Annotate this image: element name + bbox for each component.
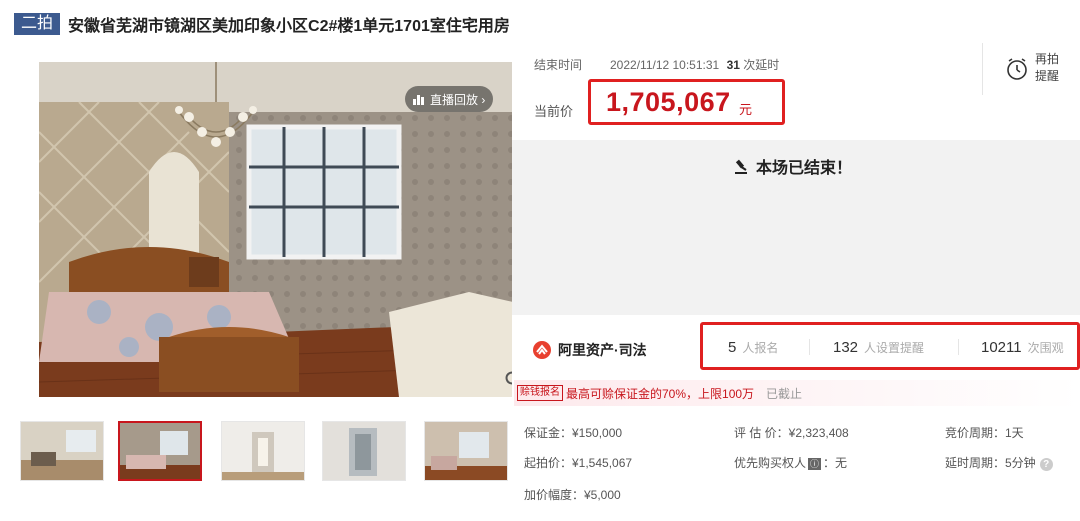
remind-label-line2: 提醒: [1035, 69, 1060, 83]
stats-box: 5 人报名 132 人设置提醒 10211 次围观: [700, 322, 1080, 370]
reminders-label: 人设置提醒: [864, 341, 925, 355]
auction-info: 结束时间 2022/11/12 10:51:31 31 次延时 当前价 1,70…: [512, 43, 1080, 133]
bedroom-photo: [39, 62, 512, 397]
start-price: 起拍价：¥1,545,067: [524, 456, 633, 470]
priority-info-icon[interactable]: ⓘ: [808, 458, 822, 470]
gavel-icon: [735, 159, 747, 174]
thumbnail-hallway[interactable]: [221, 421, 305, 481]
brand-name: 阿里资产·司法: [558, 342, 647, 358]
views-stat: 10211 次围观: [981, 339, 1064, 356]
end-time-label: 结束时间: [534, 58, 583, 72]
ended-message: 本场已结束！: [732, 154, 852, 178]
remind-label-line1: 再拍: [1035, 52, 1060, 66]
delay-count: 31: [726, 58, 740, 72]
delay-label: 次延时: [743, 58, 780, 72]
end-time: 2022/11/12 10:51:31 31 次延时: [610, 56, 779, 73]
views-label: 次围观: [1027, 341, 1064, 355]
appraisal-price: 评 估 价：¥2,323,408: [734, 426, 849, 440]
credit-signup-notice: 赊钱报名 最高可赊保证金的70%，上限100万 已截止: [514, 380, 1080, 406]
page-title: 安徽省芜湖市镜湖区美加印象小区C2#楼1单元1701室住宅用房: [68, 18, 510, 35]
reminders-count: 132: [833, 339, 859, 356]
credit-tag: 赊钱报名: [517, 385, 563, 401]
divider: [809, 339, 810, 355]
price-unit: 元: [739, 102, 753, 117]
zoom-icon[interactable]: [504, 370, 512, 390]
delay-period: 延时周期：5分钟?: [945, 454, 1053, 471]
credit-text: 最高可赊保证金的70%，上限100万: [566, 386, 755, 401]
bid-period: 竞价周期：1天: [945, 426, 1024, 440]
signups-stat: 5 人报名: [728, 339, 778, 356]
help-icon[interactable]: ?: [1039, 458, 1053, 471]
live-replay-button[interactable]: 直播回放 ›: [405, 86, 494, 112]
priority-label: 优先购买权人: [734, 456, 807, 470]
delay-period-text: 延时周期：5分钟: [945, 456, 1036, 470]
signups-label: 人报名: [742, 341, 779, 355]
priority-value: ：无: [823, 456, 848, 470]
signups-count: 5: [728, 339, 737, 356]
title-bar: 二拍 安徽省芜湖市镜湖区美加印象小区C2#楼1单元1701室住宅用房: [14, 12, 510, 36]
current-price-box: 1,705,067 元: [588, 79, 785, 125]
priority-buyer: 优先购买权人 ⓘ ：无: [734, 454, 847, 471]
reminders-stat: 132 人设置提醒: [833, 339, 924, 356]
thumbnail-bedroom[interactable]: [118, 421, 202, 481]
credit-status: 已截止: [766, 386, 803, 401]
live-replay-label: 直播回放 ›: [430, 92, 486, 107]
bid-increment: 加价幅度：¥5,000: [524, 488, 621, 502]
thumbnail-living-room[interactable]: [20, 421, 104, 481]
ended-text: 本场已结束！: [756, 160, 853, 177]
end-time-value: 2022/11/12 10:51:31: [610, 58, 720, 72]
round-badge: 二拍: [14, 13, 61, 35]
views-count: 10211: [981, 339, 1022, 356]
deposit: 保证金：¥150,000: [524, 426, 623, 440]
current-price: 1,705,067: [606, 87, 731, 117]
remind-label: 再拍 提醒: [1035, 51, 1069, 85]
thumbnail-bathroom[interactable]: [322, 421, 406, 481]
thumbnail-room[interactable]: [424, 421, 508, 481]
bar-chart-icon: [413, 93, 424, 105]
divider: [958, 339, 959, 355]
alarm-clock-icon: [1007, 58, 1027, 80]
ali-assets-logo[interactable]: 阿里资产·司法: [532, 340, 647, 360]
ended-panel: 本场已结束！: [512, 140, 1080, 315]
current-price-label: 当前价: [534, 104, 574, 119]
remind-button[interactable]: 再拍 提醒: [982, 43, 1080, 95]
ali-logo-icon: [533, 341, 551, 359]
stats-bar: 阿里资产·司法 5 人报名 132 人设置提醒 10211 次围观: [512, 318, 1080, 376]
